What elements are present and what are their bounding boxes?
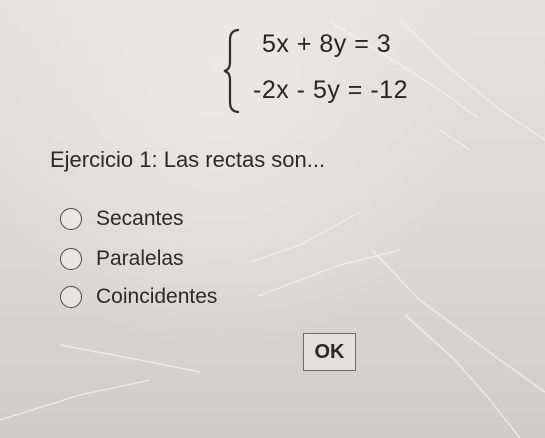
radio-circle-icon[interactable] xyxy=(60,248,82,270)
option-label: Paralelas xyxy=(96,247,184,270)
question-text: Ejercicio 1: Las rectas son... xyxy=(50,147,326,172)
equation-1: 5x + 8y = 3 xyxy=(262,30,392,58)
equation-system: 5x + 8y = 3 -2x - 5y = -12 xyxy=(222,26,462,116)
radio-circle-icon[interactable] xyxy=(60,286,82,308)
option-label: Coincidentes xyxy=(96,285,218,308)
option-paralelas[interactable]: Paralelas xyxy=(60,247,184,271)
ok-button[interactable]: OK xyxy=(303,333,356,371)
left-brace-icon xyxy=(223,28,240,114)
option-secantes[interactable]: Secantes xyxy=(60,207,184,231)
option-label: Secantes xyxy=(96,207,184,230)
equation-2: -2x - 5y = -12 xyxy=(253,76,408,104)
option-coincidentes[interactable]: Coincidentes xyxy=(60,285,217,309)
radio-circle-icon[interactable] xyxy=(60,208,82,230)
